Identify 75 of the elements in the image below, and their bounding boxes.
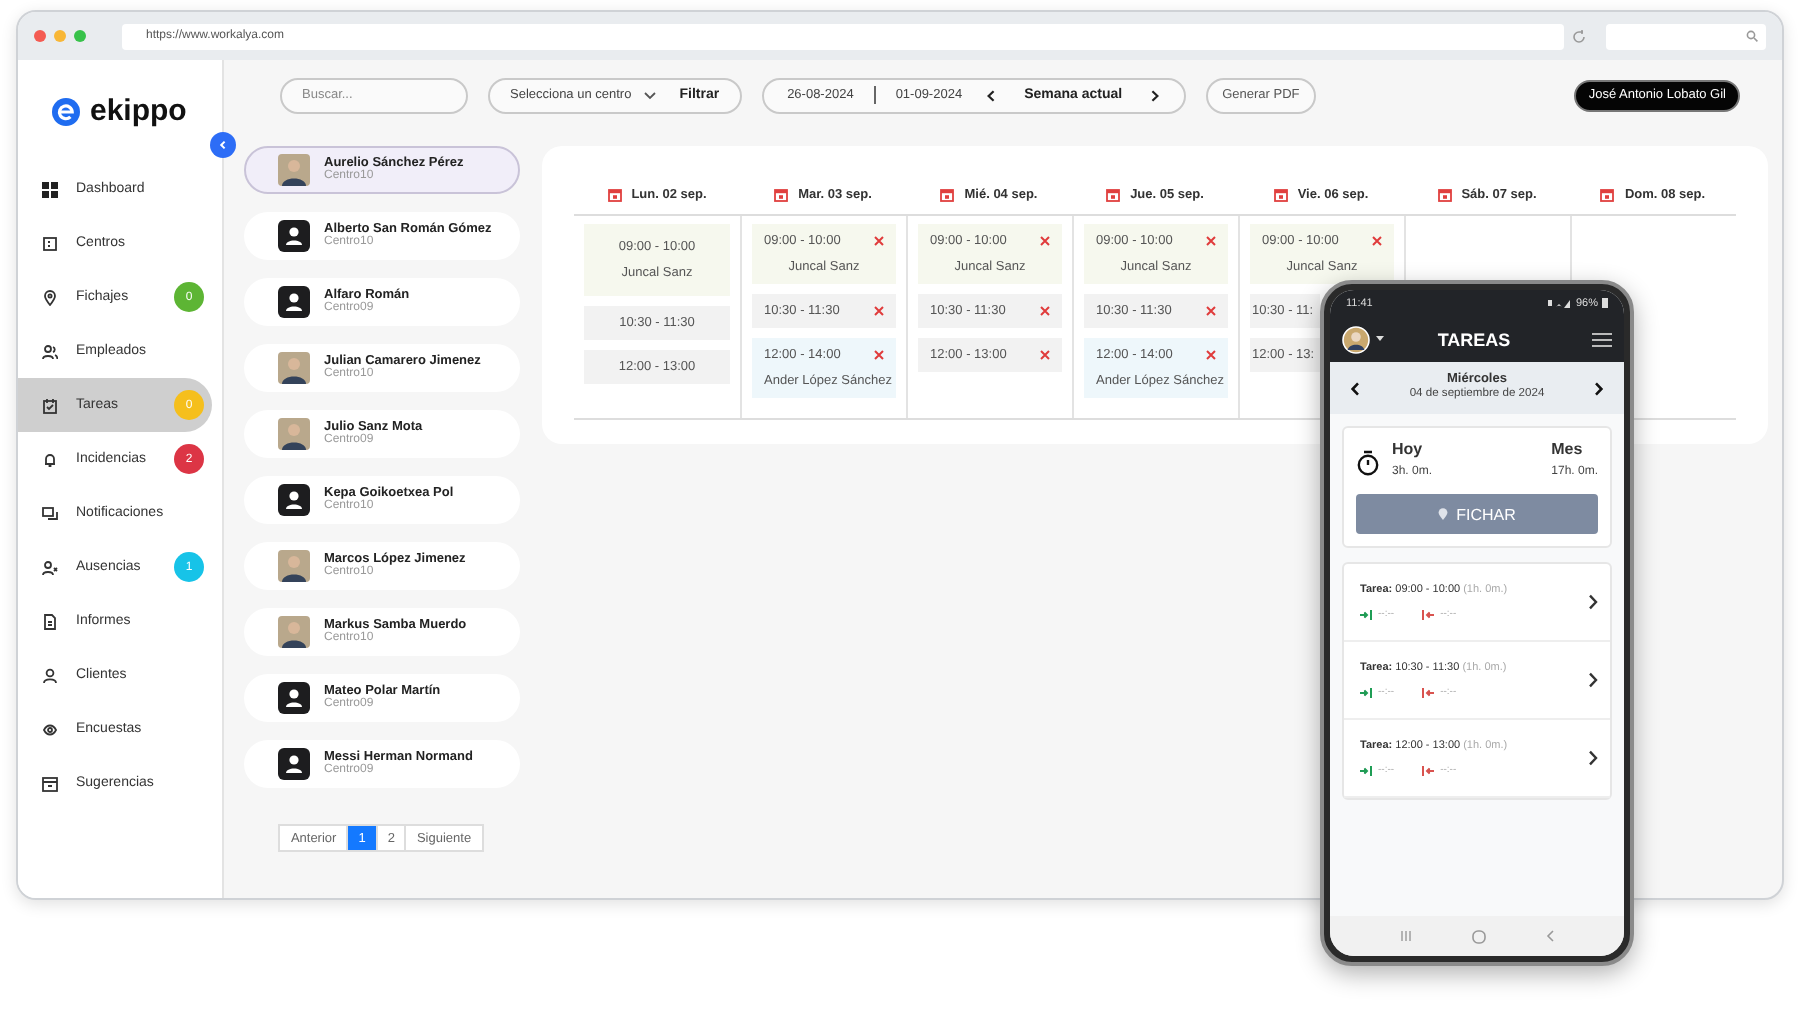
menu-item-icon [42,505,58,521]
calendar-icon [607,188,622,202]
menu-item-icon [42,559,58,575]
calendar-icon [1437,188,1452,202]
calendar-icon [1106,188,1121,202]
signal-icon [1547,298,1572,308]
logo-icon [52,97,80,125]
menu-item-icon [42,721,58,737]
home-icon[interactable] [1472,929,1486,943]
check-out-icon [1422,609,1435,619]
calendar-icon [774,188,789,202]
browser-search-field[interactable] [1606,23,1766,49]
menu-item-icon [42,289,58,305]
menu-item-icon [42,613,58,629]
caret-icon[interactable] [1376,336,1384,342]
user-icon [278,484,310,516]
search-icon [1746,30,1758,42]
close-dot[interactable] [34,30,46,42]
chevron-right-icon[interactable] [1588,594,1598,610]
menu-item-icon [42,181,58,197]
menu-item-icon [42,451,58,467]
delete-icon[interactable] [1206,306,1216,316]
delete-icon[interactable] [874,306,884,316]
check-in-icon [1360,609,1372,619]
delete-icon[interactable] [1206,236,1216,246]
check-in-icon [1360,765,1372,775]
month-label: Mes [1551,440,1585,458]
next-icon[interactable] [1150,89,1161,101]
minimize-dot[interactable] [54,30,66,42]
delete-icon[interactable] [1040,236,1050,246]
today-label: Hoy [1392,440,1425,458]
check-out-icon [1422,687,1435,697]
location-pin-icon [1438,508,1449,520]
screen-title: TAREAS [1435,329,1513,349]
delete-icon[interactable] [874,236,884,246]
menu-item-icon [42,343,58,359]
user-avatar [278,550,310,582]
user-avatar [278,418,310,450]
user-icon [278,220,310,252]
user-avatar [278,616,310,648]
check-in-icon [1360,687,1372,697]
back-icon[interactable] [1546,930,1554,942]
reload-icon[interactable] [1572,29,1586,43]
calendar-icon [1600,188,1615,202]
delete-icon[interactable] [1206,350,1216,360]
delete-icon[interactable] [1372,236,1382,246]
previous-icon[interactable] [1350,381,1360,395]
user-icon [278,286,310,318]
menu-item-icon [42,397,58,413]
check-out-icon [1422,765,1435,775]
user-icon [278,748,310,780]
menu-item-icon [42,667,58,683]
user-avatar[interactable] [1342,325,1370,353]
delete-icon[interactable] [1040,350,1050,360]
chevron-left-icon [218,140,228,150]
user-avatar [278,154,310,186]
calendar-icon [1273,188,1288,202]
battery-icon [1602,298,1608,308]
collapse-sidebar-button[interactable] [210,132,236,158]
chevron-right-icon[interactable] [1588,672,1598,688]
stopwatch-icon [1356,450,1380,476]
chevron-right-icon[interactable] [1588,750,1598,766]
chevron-down-icon[interactable] [643,91,656,99]
previous-icon[interactable] [986,89,997,101]
maximize-dot[interactable] [74,30,86,42]
user-icon [278,682,310,714]
menu-item-icon [42,775,58,791]
delete-icon[interactable] [1040,306,1050,316]
menu-icon[interactable] [1592,331,1612,347]
user-avatar [278,352,310,384]
menu-item-icon [42,235,58,251]
delete-icon[interactable] [874,350,884,360]
logo-text: ekippo [90,94,187,128]
next-icon[interactable] [1593,381,1604,395]
calendar-icon [940,188,955,202]
